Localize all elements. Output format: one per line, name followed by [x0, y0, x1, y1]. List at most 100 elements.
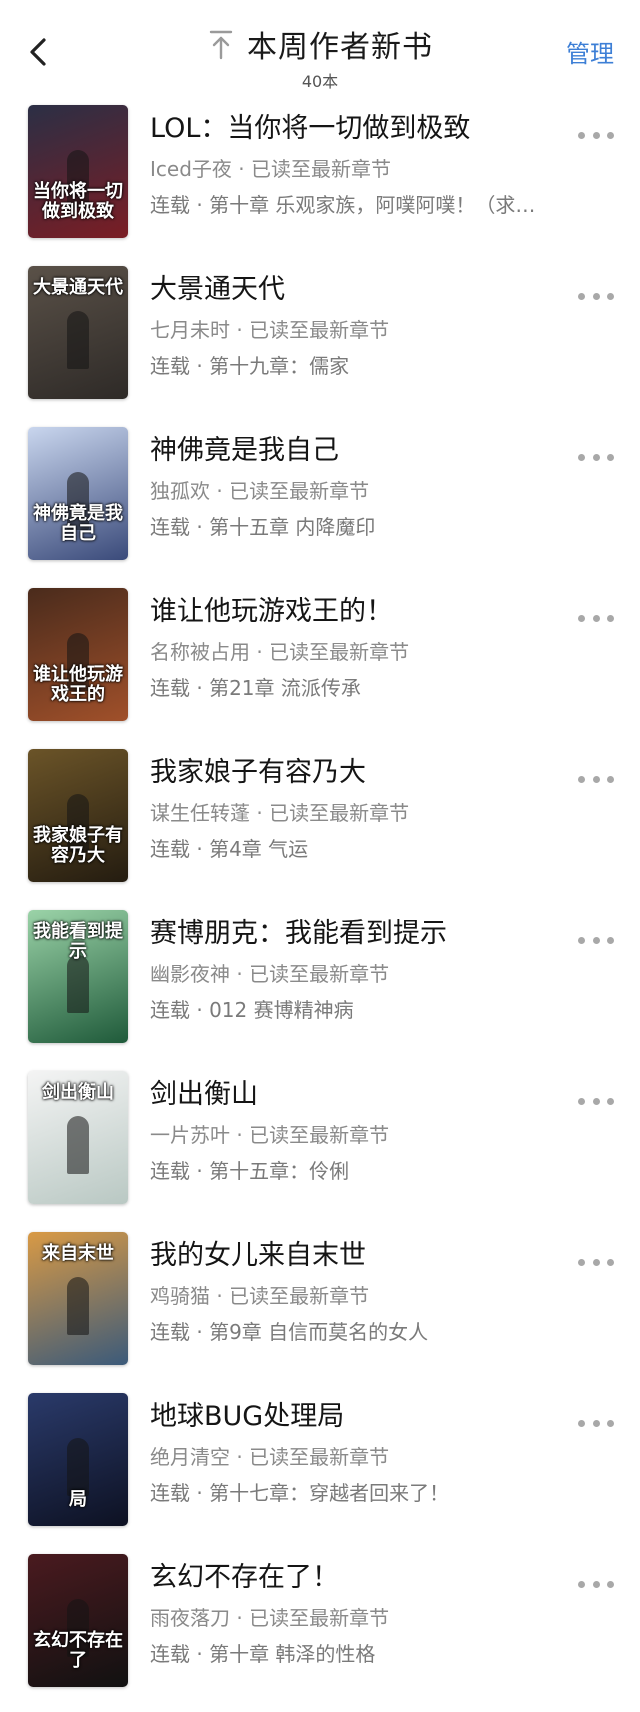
book-cover[interactable]: 来自末世	[28, 1232, 128, 1365]
latest-chapter: 连载 · 第21章 流派传承	[150, 676, 361, 700]
book-title[interactable]: 谁让他玩游戏王的！	[150, 595, 590, 629]
book-title[interactable]: 神佛竟是我自己	[150, 434, 590, 468]
latest-chapter: 连载 · 第十五章 内降魔印	[150, 515, 376, 539]
cover-title: 局	[69, 1489, 87, 1510]
cover-figure	[67, 1277, 89, 1335]
more-options-icon[interactable]	[578, 772, 614, 786]
dot	[592, 453, 600, 461]
book-item[interactable]: 大景通天代 大景通天代 七月未时 · 已读至最新章节 连载 · 第十九章：儒家	[0, 263, 640, 424]
more-options-icon[interactable]	[578, 1255, 614, 1269]
book-title[interactable]: 玄幻不存在了！	[150, 1561, 590, 1595]
dot	[592, 936, 600, 944]
dot	[578, 1419, 585, 1427]
book-item[interactable]: 局 地球BUG处理局 绝月清空 · 已读至最新章节 连载 · 第十七章：穿越者回来了！	[0, 1390, 640, 1551]
book-meta: 一片苏叶 · 已读至最新章节	[150, 1123, 390, 1147]
book-title[interactable]: LOL：当你将一切做到极致	[150, 112, 590, 146]
book-info: 谁让他玩游戏王的！ 名称被占用 · 已读至最新章节 连载 · 第21章 流派传承	[150, 585, 590, 701]
cover-figure	[67, 1116, 89, 1174]
latest-chapter: 连载 · 第十七章：穿越者回来了！	[150, 1481, 450, 1505]
book-cover[interactable]: 我家娘子有容乃大	[28, 749, 128, 882]
book-cover[interactable]: 局	[28, 1393, 128, 1526]
arrow-up-to-top-icon[interactable]	[207, 28, 235, 60]
dot	[592, 1580, 600, 1588]
book-info: 赛博朋克：我能看到提示幽影夜神 · 已读至最新章节 连载 · 012 赛博精神病	[150, 907, 590, 1023]
book-item[interactable]: 玄幻不存在了 玄幻不存在了！ 雨夜落刀 · 已读至最新章节 连载 · 第十章 韩泽的性…	[0, 1551, 640, 1712]
dot	[592, 1258, 600, 1266]
dot	[592, 1419, 600, 1427]
dot	[578, 936, 585, 944]
book-item[interactable]: 剑出衡山 剑出衡山 一片苏叶 · 已读至最新章节 连载 · 第十五章：伶俐	[0, 1068, 640, 1229]
book-title[interactable]: 剑出衡山	[150, 1078, 590, 1112]
book-meta: 雨夜落刀 · 已读至最新章节	[150, 1606, 390, 1630]
latest-chapter: 连载 · 第9章 自信而莫名的女人	[150, 1320, 429, 1344]
manage-button[interactable]: 管理	[566, 34, 614, 69]
more-options-icon[interactable]	[578, 1094, 614, 1108]
book-cover[interactable]: 当你将一切做到极致	[28, 105, 128, 238]
book-item[interactable]: 我家娘子有容乃大 我家娘子有容乃大 谋生任转蓬 · 已读至最新章节 连载 · 第4章 …	[0, 746, 640, 907]
dot	[578, 614, 585, 622]
dot	[592, 131, 600, 139]
dot	[578, 1580, 585, 1588]
dot	[578, 1097, 585, 1105]
book-cover[interactable]: 剑出衡山	[28, 1071, 128, 1204]
book-title[interactable]: 我家娘子有容乃大	[150, 756, 590, 790]
book-item[interactable]: 神佛竟是我自己 神佛竟是我自己 独孤欢 · 已读至最新章节 连载 · 第十五章 内降魔…	[0, 424, 640, 585]
latest-chapter: 连载 · 第十九章：儒家	[150, 354, 350, 378]
cover-title: 我家娘子有容乃大	[33, 825, 123, 866]
dot	[607, 1580, 614, 1588]
book-meta: 七月未时 · 已读至最新章节	[150, 318, 390, 342]
book-item[interactable]: 当你将一切做到极致 LOL：当你将一切做到极致 Iced子夜 · 已读至最新章节 连载…	[0, 102, 640, 263]
book-info: 我的女儿来自末世鸡骑猫 · 已读至最新章节连载 · 第9章 自信而莫名的女人	[150, 1229, 590, 1345]
dot	[607, 1258, 614, 1266]
book-info: 神佛竟是我自己独孤欢 · 已读至最新章节 连载 · 第十五章 内降魔印	[150, 424, 590, 540]
cover-title: 玄幻不存在了	[33, 1630, 123, 1671]
dot	[578, 1258, 585, 1266]
book-item[interactable]: 来自末世 我的女儿来自末世鸡骑猫 · 已读至最新章节连载 · 第9章 自信而莫名的…	[0, 1229, 640, 1390]
title-block: 本周作者新书 40本	[0, 22, 640, 92]
dot	[607, 453, 614, 461]
top-bar: 本周作者新书 40本 管理	[0, 0, 640, 102]
dot	[592, 1097, 600, 1105]
cover-title: 来自末世	[42, 1243, 114, 1264]
book-title[interactable]: 赛博朋克：我能看到提示	[150, 917, 590, 951]
more-options-icon[interactable]	[578, 1577, 614, 1591]
book-meta: 幽影夜神 · 已读至最新章节	[150, 962, 390, 986]
book-list: 当你将一切做到极致 LOL：当你将一切做到极致 Iced子夜 · 已读至最新章节 连载…	[0, 102, 640, 1712]
book-cover[interactable]: 玄幻不存在了	[28, 1554, 128, 1687]
book-item[interactable]: 我能看到提示 赛博朋克：我能看到提示幽影夜神 · 已读至最新章节 连载 · 012 …	[0, 907, 640, 1068]
book-meta: 独孤欢 · 已读至最新章节	[150, 479, 370, 503]
cover-title: 当你将一切做到极致	[33, 181, 123, 222]
dot	[607, 775, 614, 783]
book-meta: 谋生任转蓬 · 已读至最新章节	[150, 801, 410, 825]
dot	[592, 614, 600, 622]
book-title[interactable]: 地球BUG处理局	[150, 1400, 590, 1434]
more-options-icon[interactable]	[578, 289, 614, 303]
latest-chapter: 连载 · 第十章 韩泽的性格	[150, 1642, 376, 1666]
more-options-icon[interactable]	[578, 450, 614, 464]
cover-figure	[67, 311, 89, 369]
book-title[interactable]: 大景通天代	[150, 273, 590, 307]
book-info: 大景通天代七月未时 · 已读至最新章节 连载 · 第十九章：儒家	[150, 263, 590, 379]
book-title[interactable]: 我的女儿来自末世	[150, 1239, 590, 1273]
book-cover[interactable]: 我能看到提示	[28, 910, 128, 1043]
latest-chapter: 连载 · 第4章 气运	[150, 837, 309, 861]
dot	[607, 292, 614, 300]
latest-chapter: 连载 · 第十五章：伶俐	[150, 1159, 350, 1183]
latest-chapter: 连载 · 012 赛博精神病	[150, 998, 354, 1022]
book-cover[interactable]: 神佛竟是我自己	[28, 427, 128, 560]
more-options-icon[interactable]	[578, 611, 614, 625]
more-options-icon[interactable]	[578, 933, 614, 947]
dot	[607, 936, 614, 944]
more-options-icon[interactable]	[578, 1416, 614, 1430]
book-meta: Iced子夜 · 已读至最新章节	[150, 157, 391, 181]
dot	[607, 1419, 614, 1427]
book-meta: 鸡骑猫 · 已读至最新章节	[150, 1284, 370, 1308]
dot	[607, 1097, 614, 1105]
book-item[interactable]: 谁让他玩游戏王的 谁让他玩游戏王的！ 名称被占用 · 已读至最新章节 连载 · 第21…	[0, 585, 640, 746]
book-cover[interactable]: 大景通天代	[28, 266, 128, 399]
cover-title: 谁让他玩游戏王的	[33, 664, 123, 705]
book-info: 剑出衡山一片苏叶 · 已读至最新章节 连载 · 第十五章：伶俐	[150, 1068, 590, 1184]
cover-title: 神佛竟是我自己	[33, 503, 123, 544]
more-options-icon[interactable]	[578, 128, 614, 142]
book-cover[interactable]: 谁让他玩游戏王的	[28, 588, 128, 721]
